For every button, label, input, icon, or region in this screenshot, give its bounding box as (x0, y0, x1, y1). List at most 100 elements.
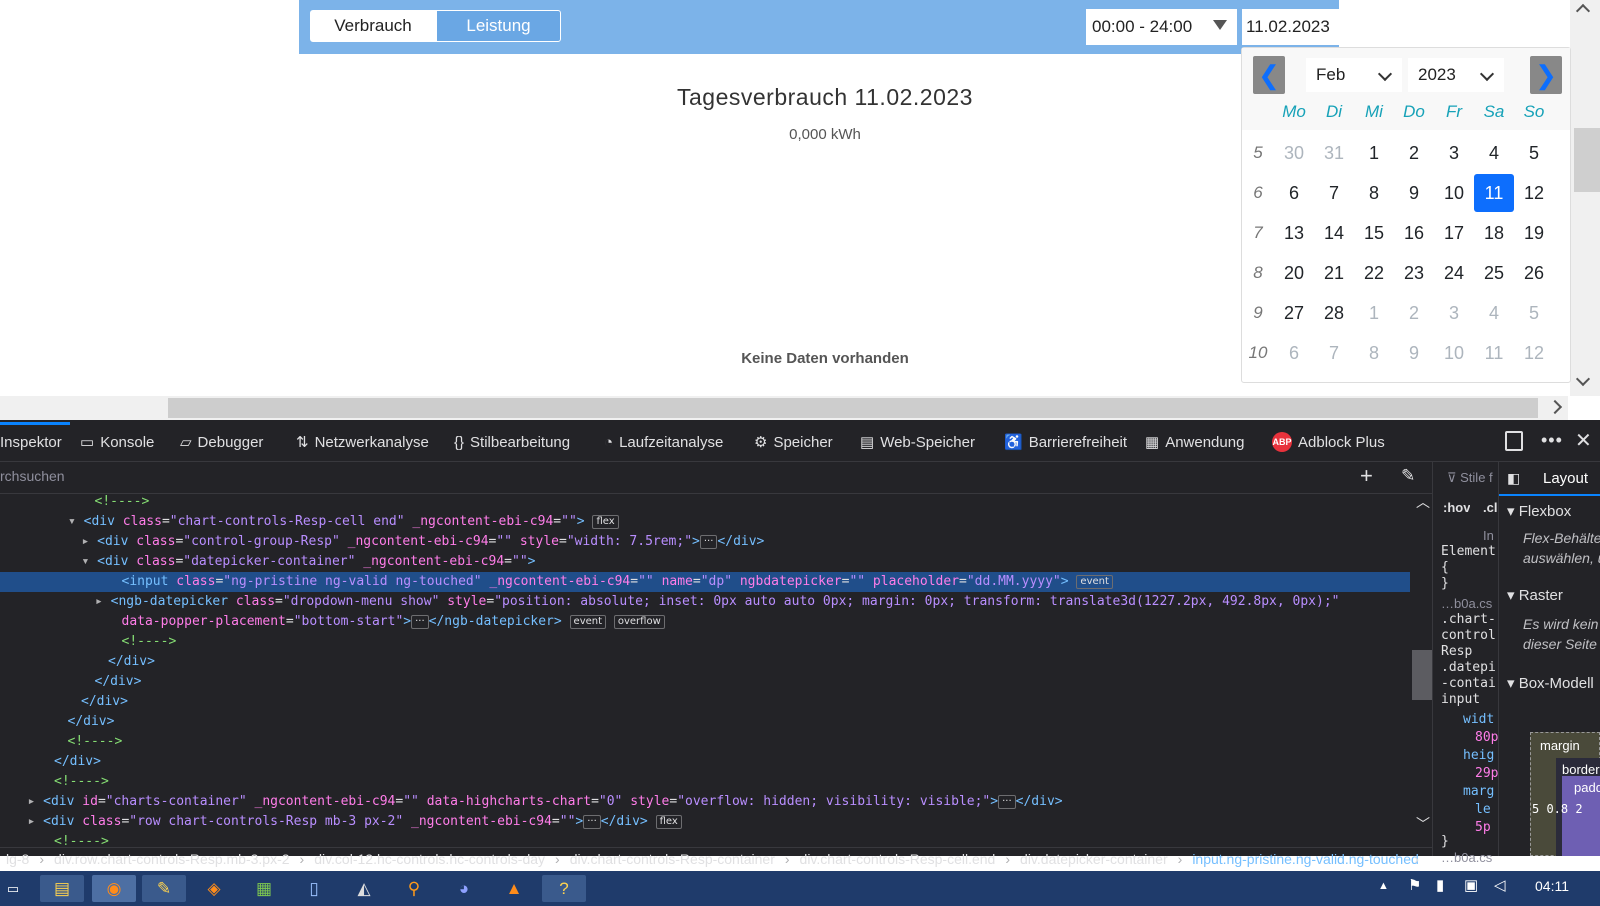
rule-property[interactable]: 5p (1475, 820, 1491, 835)
markup-line[interactable]: </div> (81, 692, 128, 712)
tab-netzwerkanalyse[interactable]: ⇅ Netzwerkanalyse (296, 430, 429, 454)
scroll-right-icon[interactable] (1547, 399, 1563, 415)
markup-line[interactable]: ▸ <ngb-datepicker class="dropdown-menu s… (95, 592, 1339, 612)
clock[interactable]: 04:11 (1535, 878, 1569, 894)
search-app-icon[interactable]: ⚲ (392, 875, 436, 902)
section-boxmodel[interactable]: ▾ Box-Modell (1507, 674, 1594, 692)
calendar-day[interactable]: 16 (1394, 214, 1434, 252)
expand-toggle-icon[interactable]: ▸ (82, 534, 98, 549)
network-tray-icon[interactable]: ▣ (1464, 876, 1478, 894)
battery-icon[interactable]: ▮ (1436, 876, 1444, 894)
tab-anwendung[interactable]: ▦ Anwendung (1145, 430, 1244, 454)
tray-expand-icon[interactable]: ▲ (1378, 880, 1389, 892)
tab-stilbearbeitung[interactable]: {} Stilbearbeitung (454, 430, 570, 454)
section-flexbox[interactable]: ▾ Flexbox (1507, 502, 1571, 520)
calendar-day[interactable]: 25 (1474, 254, 1514, 292)
markup-scroll-thumb[interactable] (1412, 650, 1432, 700)
expand-toggle-icon[interactable]: ▸ (28, 794, 44, 809)
calendar-day[interactable]: 28 (1314, 294, 1354, 332)
action-center-icon[interactable]: ⚑ (1408, 876, 1421, 894)
prev-month-button[interactable]: ❮ (1253, 56, 1285, 94)
calendar-day[interactable]: 4 (1474, 134, 1514, 172)
calendar-day[interactable]: 8 (1354, 334, 1394, 372)
tab-laufzeitanalyse[interactable]: ◔ Laufzeitanalyse (604, 430, 723, 454)
expand-toggle-icon[interactable]: ▾ (68, 514, 84, 529)
calendar-day[interactable]: 26 (1514, 254, 1554, 292)
rule-property[interactable]: heig (1463, 748, 1494, 763)
scroll-down-icon[interactable]: ﹀ (1416, 814, 1430, 834)
help-icon[interactable]: ? (542, 875, 586, 902)
calendar-day[interactable]: 2 (1394, 294, 1434, 332)
firefox-icon[interactable]: ◉ (92, 875, 136, 902)
rule-property[interactable]: le (1475, 802, 1491, 817)
calendar-day[interactable]: 23 (1394, 254, 1434, 292)
calendar-day[interactable]: 5 (1514, 294, 1554, 332)
markup-line[interactable]: <!----> (122, 632, 177, 652)
close-icon[interactable]: ✕ (1575, 428, 1592, 453)
discord-icon[interactable]: ◕ (442, 875, 486, 902)
hov-toggle[interactable]: :hov (1443, 500, 1470, 515)
calendar-day[interactable]: 19 (1514, 214, 1554, 252)
calendar-day[interactable]: 9 (1394, 334, 1434, 372)
expand-toggle-icon[interactable]: ▸ (28, 814, 44, 829)
sidebar-toggle-icon[interactable]: ◧ (1507, 470, 1520, 487)
page-vertical-scrollbar[interactable] (1570, 0, 1600, 396)
scroll-up-icon[interactable] (1575, 3, 1591, 19)
calendar-day[interactable]: 10 (1434, 334, 1474, 372)
tab-layout[interactable]: Layout (1543, 470, 1588, 487)
document-icon[interactable]: ▯ (292, 875, 336, 902)
rule-property[interactable]: widt (1463, 712, 1494, 727)
calendar-day-selected[interactable]: 11 (1474, 174, 1514, 212)
markup-line[interactable]: </div> (108, 652, 155, 672)
calendar-day[interactable]: 17 (1434, 214, 1474, 252)
terminal-icon[interactable]: ▭ (0, 875, 26, 902)
rule-property[interactable]: 29p (1475, 766, 1498, 781)
calendar-day[interactable]: 14 (1314, 214, 1354, 252)
breadcrumb-item[interactable]: div.row.chart-controls-Resp.mb-3.px-2 (48, 851, 295, 867)
breadcrumb-item[interactable]: input.ng-pristine.ng-valid.ng-touched (1186, 851, 1424, 867)
responsive-mode-icon[interactable] (1505, 431, 1523, 451)
page-horizontal-scroll-thumb[interactable] (168, 398, 1538, 418)
calendar-day[interactable]: 4 (1474, 294, 1514, 332)
tab-barrierefreiheit[interactable]: ♿ Barrierefreiheit (1004, 430, 1127, 454)
rules-filter-input[interactable]: ⊽ Stile f (1447, 470, 1499, 486)
tab-inspektor[interactable]: Inspektor (0, 430, 62, 454)
calendar-day[interactable]: 13 (1274, 214, 1314, 252)
breadcrumb-item[interactable]: div.col-12.hc-controls.hc-controls-day (308, 851, 551, 867)
more-options-icon[interactable]: ••• (1541, 430, 1563, 451)
markup-line[interactable]: ▸ <div class="row chart-controls-Resp mb… (28, 812, 682, 832)
calendar-day[interactable]: 9 (1394, 174, 1434, 212)
calendar-day[interactable]: 18 (1474, 214, 1514, 252)
tab-debugger[interactable]: ▱ Debugger (180, 430, 263, 454)
scroll-up-icon[interactable]: ︿ (1416, 492, 1430, 512)
expand-toggle-icon[interactable]: ▾ (82, 554, 98, 569)
calendar-day[interactable]: 15 (1354, 214, 1394, 252)
file-explorer-icon[interactable]: ▤ (40, 875, 84, 902)
calendar-day[interactable]: 7 (1314, 334, 1354, 372)
app-icon[interactable]: ◭ (342, 875, 386, 902)
cls-toggle[interactable]: .cl (1483, 500, 1497, 515)
markup-line[interactable]: </div> (68, 712, 115, 732)
html-search-input[interactable]: rchsuchen (0, 468, 65, 484)
year-select[interactable]: 2023 (1408, 58, 1504, 92)
month-select[interactable]: Feb (1306, 58, 1402, 92)
section-grid[interactable]: ▾ Raster (1507, 586, 1563, 604)
markup-line[interactable]: data-popper-placement="bottom-start"> ···… (122, 612, 665, 632)
notepad-icon[interactable]: ✎ (142, 875, 186, 902)
calendar-day[interactable]: 11 (1474, 334, 1514, 372)
calendar-day[interactable]: 27 (1274, 294, 1314, 332)
rule-source-link[interactable]: …b0a.cs (1441, 596, 1492, 611)
markup-line[interactable]: ▸ <div class="control-group-Resp" _ngcon… (82, 532, 765, 552)
breadcrumb-item[interactable]: div.chart-controls-Resp-container (564, 851, 781, 867)
calendar-day[interactable]: 31 (1314, 134, 1354, 172)
rule-property[interactable]: 80p (1475, 730, 1498, 745)
calendar-day[interactable]: 6 (1274, 174, 1314, 212)
markup-line[interactable]: <!----> (95, 492, 150, 512)
markup-line[interactable]: ▾ <div class="chart-controls-Resp-cell e… (68, 512, 619, 532)
breadcrumb-item[interactable]: div.datepicker-container (1014, 851, 1174, 867)
add-node-icon[interactable]: + (1360, 465, 1373, 487)
calendar-day[interactable]: 21 (1314, 254, 1354, 292)
media-player-icon[interactable]: ◈ (192, 875, 236, 902)
tab-web-speicher[interactable]: ▤ Web-Speicher (860, 430, 975, 454)
calendar-day[interactable]: 3 (1434, 134, 1474, 172)
